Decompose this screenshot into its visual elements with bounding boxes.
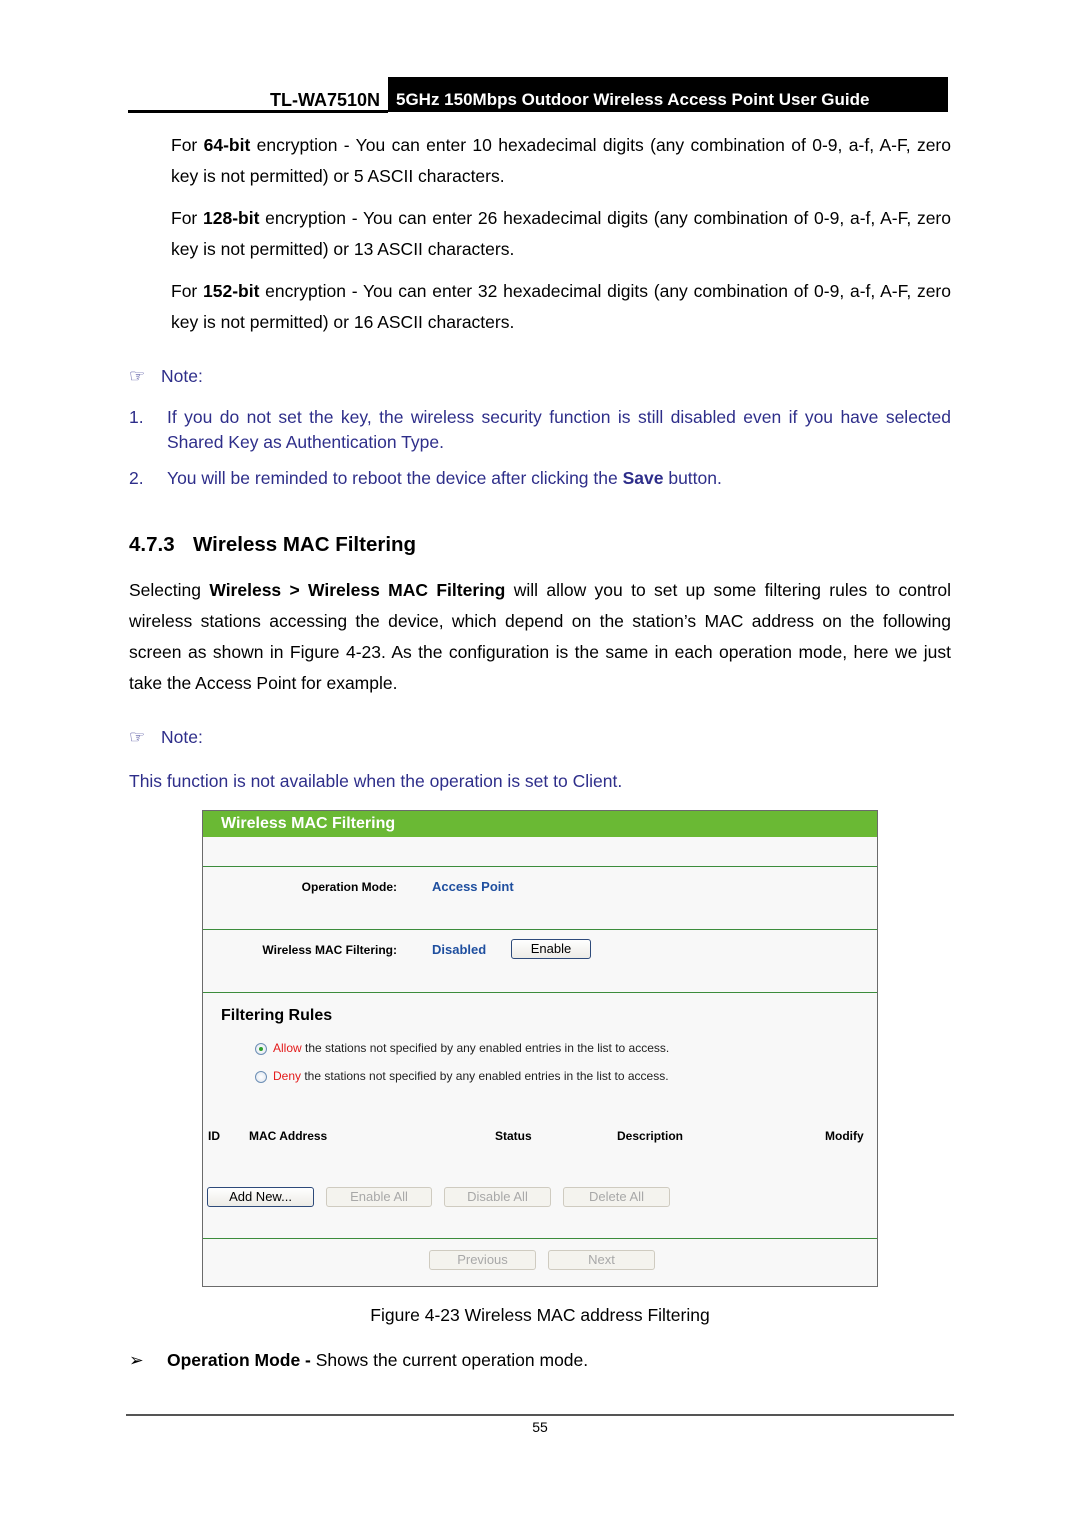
- text: For: [171, 281, 204, 301]
- rule-keyword: Allow: [273, 1041, 302, 1055]
- menu-path: Wireless > Wireless MAC Filtering: [209, 580, 506, 600]
- list-number: 1.: [129, 407, 144, 427]
- text: encryption - You can enter 32 hexadecima…: [171, 281, 951, 332]
- column-header-status: Status: [495, 1129, 532, 1143]
- disable-all-button[interactable]: Disable All: [444, 1187, 551, 1207]
- rule-keyword: Deny: [273, 1069, 302, 1083]
- figure-caption: Figure 4-23 Wireless MAC address Filteri…: [370, 1305, 710, 1325]
- divider: [203, 866, 877, 867]
- mac-filtering-label: Wireless MAC Filtering:: [262, 943, 397, 957]
- note-item: 2. You will be reminded to reboot the de…: [129, 466, 951, 491]
- note-label: Note:: [161, 366, 203, 386]
- note-heading: ☞ Note:: [129, 366, 203, 387]
- text: For: [171, 135, 204, 155]
- column-header-description: Description: [617, 1129, 684, 1143]
- text: You will be reminded to reboot the devic…: [167, 468, 623, 488]
- header-rule: [128, 110, 388, 113]
- rule-text: the stations not specified by any enable…: [301, 1069, 669, 1083]
- bold-term: 64-bit: [203, 135, 251, 155]
- note-item-text: You will be reminded to reboot the devic…: [167, 466, 951, 491]
- note-heading: ☞ Note:: [129, 727, 203, 748]
- previous-button[interactable]: Previous: [429, 1250, 536, 1270]
- pointing-hand-icon: ☞: [129, 727, 146, 747]
- column-header-mac-address: MAC Address: [249, 1129, 328, 1143]
- bold-term: 128-bit: [203, 208, 260, 228]
- text: button.: [663, 468, 722, 488]
- operation-mode-value: Access Point: [432, 879, 514, 894]
- bold-term: 152-bit: [203, 281, 260, 301]
- panel-title: Wireless MAC Filtering: [203, 811, 877, 837]
- delete-all-button[interactable]: Delete All: [563, 1187, 670, 1207]
- allow-rule-option[interactable]: Allow the stations not specified by any …: [255, 1041, 669, 1055]
- column-header-modify: Modify: [825, 1129, 864, 1143]
- pointing-hand-icon: ☞: [129, 366, 146, 386]
- bold-term: Save: [622, 468, 664, 488]
- section-number: 4.7.3: [129, 533, 175, 556]
- bold-term: Operation Mode -: [167, 1350, 311, 1370]
- radio-checked[interactable]: [255, 1042, 267, 1055]
- divider: [203, 992, 877, 993]
- bullet-text: Shows the current operation mode.: [310, 1350, 589, 1370]
- divider: [203, 1238, 877, 1239]
- arrowhead-bullet-icon: ➢: [129, 1350, 144, 1370]
- note-label: Note:: [161, 727, 203, 747]
- page-number: 55: [532, 1419, 548, 1435]
- note-item-text: If you do not set the key, the wireless …: [167, 407, 951, 452]
- radio-unchecked[interactable]: [255, 1070, 267, 1083]
- header-model: TL-WA7510N: [269, 90, 380, 110]
- text: encryption - You can enter 26 hexadecima…: [171, 208, 951, 259]
- encryption-64bit-paragraph: For 64-bit encryption - You can enter 10…: [171, 130, 951, 192]
- column-header-id: ID: [208, 1129, 220, 1143]
- bullet-item: ➢ Operation Mode - Shows the current oper…: [129, 1350, 588, 1371]
- add-new-button[interactable]: Add New...: [207, 1187, 314, 1207]
- header-title: 5GHz 150Mbps Outdoor Wireless Access Poi…: [388, 77, 948, 112]
- note-item: 1. If you do not set the key, the wirele…: [129, 405, 951, 455]
- mac-filtering-status: Disabled: [432, 942, 487, 957]
- filtering-rules-heading: Filtering Rules: [221, 1007, 333, 1024]
- wireless-mac-filtering-panel: Wireless MAC Filtering Operation Mode: A…: [202, 810, 878, 1287]
- encryption-128bit-paragraph: For 128-bit encryption - You can enter 2…: [171, 203, 951, 265]
- list-number: 2.: [129, 468, 144, 488]
- section-paragraph: Selecting Wireless > Wireless MAC Filter…: [129, 575, 951, 699]
- enable-all-button[interactable]: Enable All: [326, 1187, 432, 1207]
- encryption-152bit-paragraph: For 152-bit encryption - You can enter 3…: [171, 276, 951, 338]
- divider: [203, 929, 877, 930]
- next-button[interactable]: Next: [548, 1250, 655, 1270]
- note-text: This function is not available when the …: [129, 771, 623, 791]
- section-title: Wireless MAC Filtering: [193, 533, 417, 556]
- text: encryption - You can enter 10 hexadecima…: [171, 135, 951, 186]
- text: Selecting: [129, 580, 210, 600]
- text: For: [171, 208, 204, 228]
- enable-button[interactable]: Enable: [511, 939, 591, 959]
- rule-text: the stations not specified by any enable…: [301, 1041, 670, 1055]
- footer-rule: [126, 1414, 954, 1416]
- section-heading: 4.7.3 Wireless MAC Filtering: [129, 533, 416, 557]
- operation-mode-label: Operation Mode:: [301, 880, 397, 894]
- deny-rule-option[interactable]: Deny the stations not specified by any e…: [255, 1069, 669, 1083]
